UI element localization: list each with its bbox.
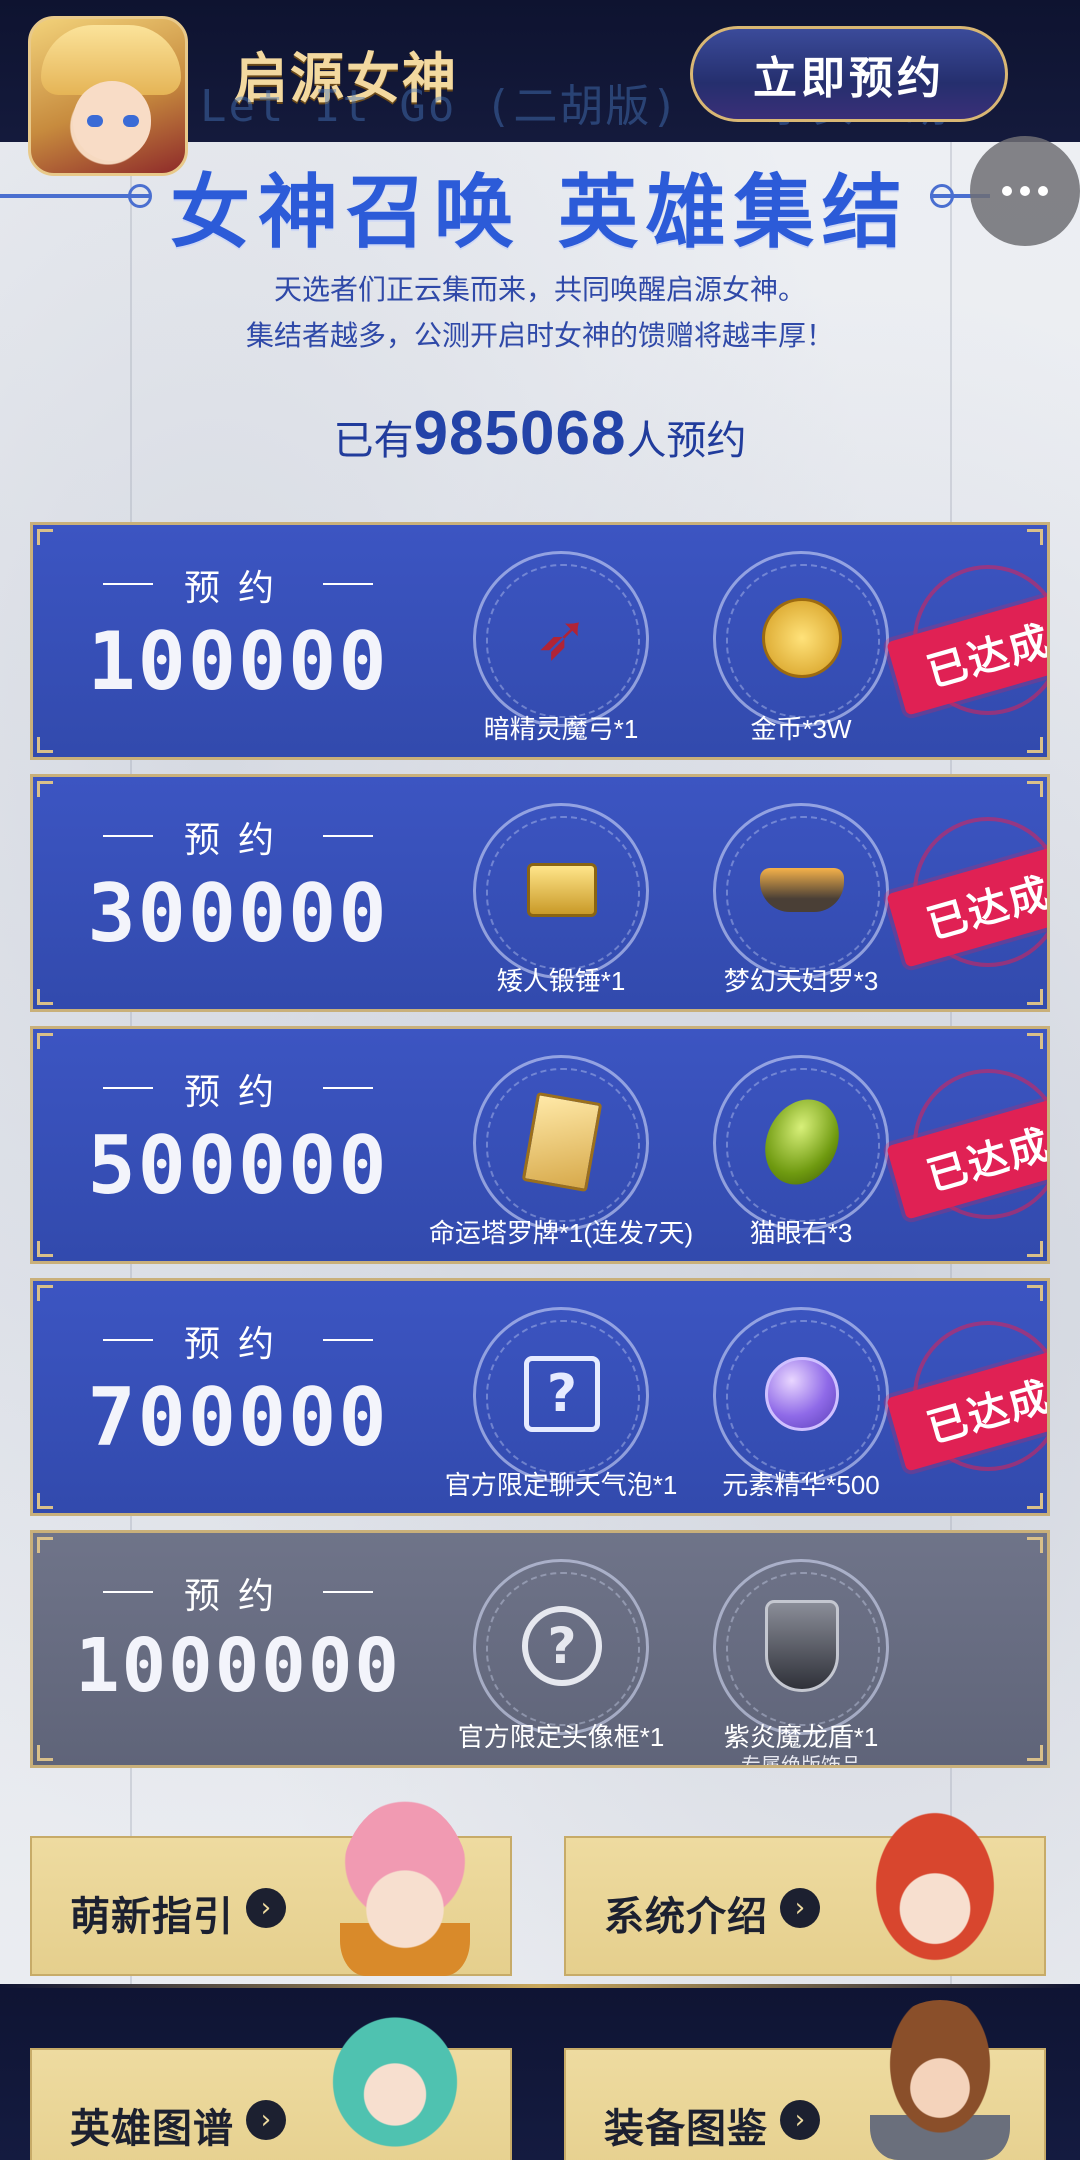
- tier-target: 500000: [87, 1119, 389, 1212]
- hero-subtitle-line2: 集结者越多，公测开启时女神的馈赠将越丰厚！: [245, 319, 834, 352]
- tier-target: 300000: [87, 867, 389, 960]
- reward-tier-100000: 预约 100000 ➶ 暗精灵魔弓*1 金币*3W 已达成: [30, 522, 1050, 760]
- reward-item[interactable]: 金币*3W: [673, 545, 913, 755]
- reward-name: 猫眼石*3: [749, 1218, 853, 1248]
- app-icon[interactable]: [28, 16, 188, 176]
- tier-label: 预约: [93, 1063, 383, 1115]
- reward-name: 梦幻天妇罗*3: [723, 966, 879, 996]
- reward-tier-1000000: 预约 1000000 ? 官方限定头像框*1 紫炎魔龙盾*1 专属绝版饰品: [30, 1530, 1050, 1768]
- arrow-right-icon: ›: [246, 2100, 286, 2140]
- count-prefix: 已有: [333, 418, 414, 464]
- system-intro-label: 系统介绍: [604, 1894, 768, 1940]
- reward-item[interactable]: 梦幻天妇罗*3: [673, 797, 913, 1007]
- reward-item[interactable]: 猫眼石*3: [673, 1049, 913, 1259]
- more-options-button[interactable]: [970, 136, 1080, 246]
- arrow-right-icon: ›: [780, 1888, 820, 1928]
- bow-icon: ➶: [535, 601, 589, 675]
- gold-coin-icon: [757, 593, 847, 683]
- tempura-icon: [757, 845, 847, 935]
- hammer-icon: [517, 845, 607, 935]
- cats-eye-gem-icon: [751, 1087, 853, 1197]
- mystery-frame-icon: ?: [517, 1601, 607, 1691]
- reward-item[interactable]: 紫炎魔龙盾*1 专属绝版饰品: [673, 1553, 913, 1765]
- arrow-right-icon: ›: [246, 1888, 286, 1928]
- reservation-count: 已有985068人预约: [0, 398, 1080, 469]
- tier-label: 预约: [93, 1315, 383, 1367]
- character-teal-hair: [320, 2004, 470, 2160]
- reward-name: 元素精华*500: [722, 1470, 880, 1500]
- mystery-bubble-icon: ?: [517, 1349, 607, 1439]
- reward-name: 金币*3W: [750, 714, 852, 744]
- tier-target: 100000: [87, 615, 389, 708]
- equipment-catalog-label: 装备图鉴: [604, 2106, 768, 2152]
- character-red-hair: [860, 1810, 1010, 1980]
- newbie-guide-label: 萌新指引: [70, 1894, 234, 1940]
- reward-tier-300000: 预约 300000 矮人锻锤*1 梦幻天妇罗*3 已达成: [30, 774, 1050, 1012]
- count-suffix: 人预约: [626, 418, 747, 464]
- tier-label: 预约: [93, 811, 383, 863]
- count-value: 985068: [413, 399, 627, 468]
- tier-target: 700000: [87, 1371, 389, 1464]
- dragon-shield-icon: [757, 1600, 847, 1692]
- hero-subtitle-line1: 天选者们正云集而来，共同唤醒启源女神。: [273, 273, 806, 306]
- character-pink-hair: [340, 1800, 470, 1976]
- tarot-card-icon: [517, 1091, 607, 1193]
- reward-tier-500000: 预约 500000 命运塔罗牌*1(连发7天) 猫眼石*3 已达成: [30, 1026, 1050, 1264]
- tier-target: 1000000: [75, 1623, 401, 1709]
- hero-gallery-label: 英雄图谱: [70, 2106, 234, 2152]
- tier-label: 预约: [93, 559, 383, 611]
- reserve-now-button[interactable]: 立即预约: [690, 26, 1008, 122]
- character-armored-knight: [870, 2000, 1010, 2160]
- potion-icon: [757, 1349, 847, 1439]
- arrow-right-icon: ›: [780, 2100, 820, 2140]
- tier-label: 预约: [93, 1567, 383, 1619]
- reward-item[interactable]: 元素精华*500: [673, 1301, 913, 1511]
- reward-note: 专属绝版饰品: [741, 1753, 861, 1768]
- reward-tier-700000: 预约 700000 ? 官方限定聊天气泡*1 元素精华*500 已达成: [30, 1278, 1050, 1516]
